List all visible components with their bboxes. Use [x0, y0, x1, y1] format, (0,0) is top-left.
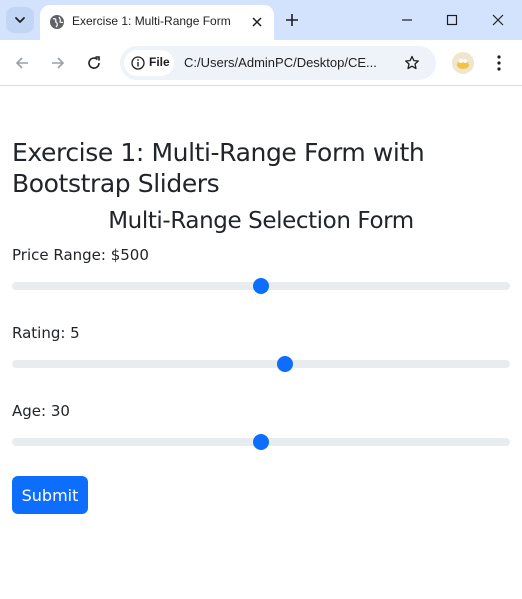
- tab-close-button[interactable]: [248, 13, 266, 31]
- plus-icon: [286, 14, 298, 26]
- browser-tabstrip: Exercise 1: Multi-Range Form: [0, 0, 522, 40]
- avatar-icon: [452, 52, 474, 74]
- slider-thumb[interactable]: [277, 356, 294, 372]
- rating-slider[interactable]: [12, 353, 510, 375]
- age-label: Age: 30: [12, 402, 70, 420]
- profile-avatar[interactable]: [452, 52, 474, 74]
- star-icon: [405, 55, 419, 70]
- minimize-icon: [402, 19, 412, 21]
- price-range-slider[interactable]: [12, 275, 510, 297]
- address-bar[interactable]: File C:/Users/AdminPC/Desktop/CE...: [120, 46, 436, 80]
- chevron-down-icon: [15, 17, 25, 23]
- site-chip-label: File: [149, 55, 170, 69]
- forward-button[interactable]: [45, 50, 71, 76]
- page-title: Exercise 1: Multi-Range Form with Bootst…: [12, 138, 425, 198]
- site-info-chip[interactable]: File: [124, 50, 174, 76]
- close-icon: [492, 14, 504, 26]
- tab-search-button[interactable]: [6, 7, 34, 33]
- new-tab-button[interactable]: [282, 10, 302, 30]
- bookmark-button[interactable]: [402, 53, 422, 73]
- form-title: Multi-Range Selection Form: [108, 208, 414, 234]
- page-content: Exercise 1: Multi-Range Form with Bootst…: [0, 87, 522, 599]
- reload-button[interactable]: [81, 50, 107, 76]
- browser-tab[interactable]: Exercise 1: Multi-Range Form: [40, 5, 274, 40]
- slider-track: [12, 360, 510, 368]
- globe-icon: [50, 15, 64, 29]
- submit-button[interactable]: Submit: [12, 476, 88, 514]
- close-window-button[interactable]: [480, 6, 516, 34]
- arrow-right-icon: [52, 57, 65, 69]
- slider-thumb[interactable]: [253, 278, 269, 294]
- more-vertical-icon: [497, 55, 501, 71]
- browser-menu-button[interactable]: [488, 52, 510, 74]
- maximize-button[interactable]: [434, 6, 470, 34]
- minimize-button-main[interactable]: [389, 6, 425, 34]
- tab-title: Exercise 1: Multi-Range Form: [72, 14, 231, 28]
- back-button[interactable]: [9, 50, 35, 76]
- rating-label: Rating: 5: [12, 324, 80, 342]
- slider-thumb[interactable]: [253, 434, 269, 450]
- age-slider[interactable]: [12, 431, 510, 453]
- reload-icon: [88, 56, 100, 69]
- maximize-icon: [446, 14, 458, 26]
- close-icon: [252, 17, 262, 27]
- info-icon: [131, 56, 145, 70]
- arrow-left-icon: [15, 57, 28, 69]
- browser-toolbar: File C:/Users/AdminPC/Desktop/CE...: [0, 40, 522, 86]
- url-text: C:/Users/AdminPC/Desktop/CE...: [184, 55, 377, 70]
- price-range-label: Price Range: $500: [12, 246, 149, 264]
